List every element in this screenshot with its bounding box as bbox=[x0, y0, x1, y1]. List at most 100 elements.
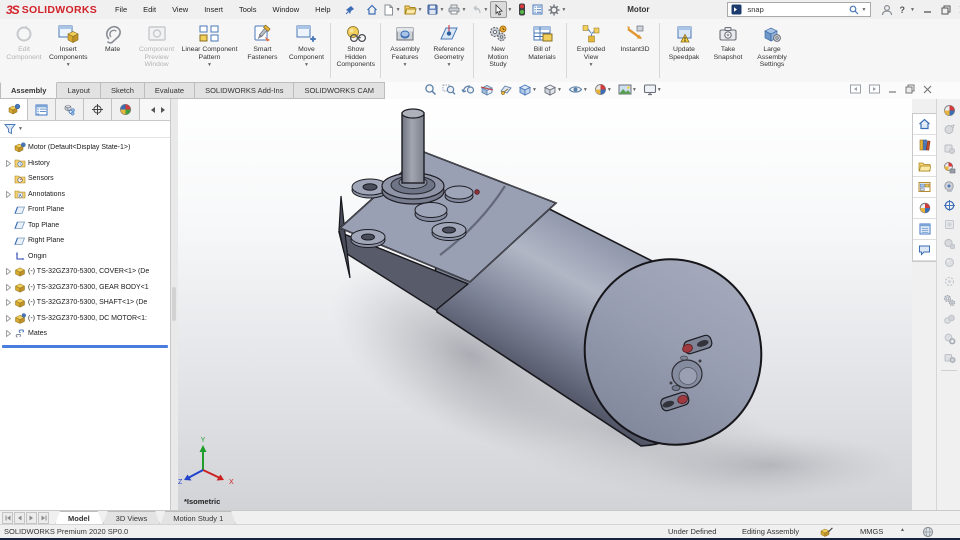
disabled-tool-icon[interactable] bbox=[940, 253, 958, 271]
status-globe-icon[interactable] bbox=[922, 526, 934, 538]
tab-3d-views[interactable]: 3D Views bbox=[103, 511, 161, 525]
exploded-view-caret[interactable]: ▼ bbox=[589, 62, 594, 68]
edit-appearance-caret[interactable]: ▼ bbox=[607, 87, 612, 93]
component-preview-window-button[interactable]: Component Preview Window bbox=[135, 19, 179, 82]
menu-help[interactable]: Help bbox=[307, 0, 338, 19]
tab-motion-study-1[interactable]: Motion Study 1 bbox=[160, 511, 236, 525]
hide-show-caret[interactable]: ▼ bbox=[583, 87, 588, 93]
expand-arrow-icon[interactable] bbox=[3, 159, 13, 167]
file-explorer-tab[interactable] bbox=[913, 156, 936, 177]
previous-view-icon[interactable] bbox=[461, 83, 475, 96]
hide-show-items-icon[interactable]: ▼ bbox=[568, 83, 589, 96]
save-button[interactable] bbox=[425, 2, 440, 17]
linear-component-pattern-button[interactable]: Linear Component Pattern ▼ bbox=[179, 19, 241, 82]
disabled-tool-icon[interactable] bbox=[940, 139, 958, 157]
tree-item-mates[interactable]: Mates bbox=[0, 326, 170, 342]
undo-dropdown-caret[interactable]: ▼ bbox=[483, 7, 488, 13]
doc-minimize-icon[interactable] bbox=[888, 85, 897, 94]
reference-geometry-button[interactable]: Reference Geometry ▼ bbox=[427, 19, 471, 82]
edit-appearance-icon[interactable]: ▼ bbox=[594, 83, 613, 96]
linear-pattern-caret[interactable]: ▼ bbox=[207, 62, 212, 68]
tree-item-dc-motor[interactable]: (-) TS-32GZ370-5300, DC MOTOR<1: bbox=[0, 311, 170, 327]
tabs-scroll-left-icon[interactable] bbox=[150, 106, 156, 114]
search-input[interactable] bbox=[745, 4, 847, 15]
expand-arrow-icon[interactable] bbox=[3, 190, 13, 198]
expand-arrow-icon[interactable] bbox=[3, 314, 13, 322]
open-button[interactable] bbox=[403, 2, 418, 17]
view-orientation-icon[interactable]: ▼ bbox=[518, 83, 538, 96]
home-button[interactable] bbox=[365, 2, 380, 17]
show-hidden-components-button[interactable]: Show Hidden Components bbox=[333, 19, 378, 82]
rollback-bar[interactable] bbox=[2, 344, 168, 348]
options-dropdown-caret[interactable]: ▼ bbox=[561, 7, 566, 13]
appearances-scenes-tab[interactable] bbox=[913, 198, 936, 219]
dimxpert-manager-tab[interactable] bbox=[84, 99, 112, 120]
zoom-to-fit-icon[interactable] bbox=[424, 83, 437, 96]
menu-tools[interactable]: Tools bbox=[231, 0, 265, 19]
assembly-features-caret[interactable]: ▼ bbox=[403, 62, 408, 68]
pane-left-icon[interactable] bbox=[850, 84, 861, 94]
expand-arrow-icon[interactable] bbox=[3, 268, 13, 276]
search-icon[interactable] bbox=[849, 5, 859, 15]
new-dropdown-caret[interactable]: ▼ bbox=[396, 7, 401, 13]
solidworks-resources-tab[interactable] bbox=[913, 114, 936, 135]
disabled-tool-icon[interactable] bbox=[940, 310, 958, 328]
expand-arrow-icon[interactable] bbox=[3, 283, 13, 291]
save-dropdown-caret[interactable]: ▼ bbox=[440, 7, 445, 13]
menu-insert[interactable]: Insert bbox=[196, 0, 231, 19]
tree-item-front-plane[interactable]: Front Plane bbox=[0, 202, 170, 218]
new-document-button[interactable] bbox=[381, 2, 396, 17]
menu-edit[interactable]: Edit bbox=[135, 0, 164, 19]
view-palette-tab[interactable] bbox=[913, 177, 936, 198]
render-tool-icon[interactable] bbox=[940, 158, 958, 176]
select-dropdown-caret[interactable]: ▼ bbox=[507, 7, 512, 13]
nav-prev-icon[interactable] bbox=[14, 512, 25, 524]
tree-item-top-plane[interactable]: Top Plane bbox=[0, 218, 170, 234]
target-tool-icon[interactable] bbox=[940, 196, 958, 214]
disabled-tool-icon[interactable] bbox=[940, 120, 958, 138]
tab-evaluate[interactable]: Evaluate bbox=[144, 82, 196, 99]
take-snapshot-button[interactable]: Take Snapshot bbox=[706, 19, 750, 82]
tab-assembly[interactable]: Assembly bbox=[0, 82, 58, 99]
options-gear-button[interactable] bbox=[546, 2, 561, 17]
tab-model[interactable]: Model bbox=[55, 511, 103, 525]
disabled-tool-icon[interactable] bbox=[940, 329, 958, 347]
tree-item-annotations[interactable]: A Annotations bbox=[0, 187, 170, 203]
update-speedpak-button[interactable]: Update Speedpak bbox=[662, 19, 706, 82]
new-motion-study-button[interactable]: New Motion Study bbox=[476, 19, 520, 82]
move-component-button[interactable]: Move Component ▼ bbox=[284, 19, 328, 82]
filter-caret[interactable]: ▼ bbox=[18, 126, 23, 132]
print-dropdown-caret[interactable]: ▼ bbox=[461, 7, 466, 13]
view-settings-icon[interactable]: ▼ bbox=[643, 83, 663, 96]
expand-arrow-icon[interactable] bbox=[3, 299, 13, 307]
display-style-icon[interactable]: ▼ bbox=[543, 83, 563, 96]
view-orientation-caret[interactable]: ▼ bbox=[532, 87, 537, 93]
nav-last-icon[interactable] bbox=[38, 512, 49, 524]
custom-properties-tab[interactable] bbox=[913, 219, 936, 240]
doc-close-icon[interactable] bbox=[923, 85, 932, 94]
dynamic-annotation-icon[interactable] bbox=[499, 83, 513, 96]
menu-view[interactable]: View bbox=[164, 0, 196, 19]
tab-solidworks-cam[interactable]: SOLIDWORKS CAM bbox=[294, 82, 386, 99]
help-button[interactable]: ? bbox=[899, 5, 905, 15]
design-library-tab[interactable] bbox=[913, 135, 936, 156]
exploded-view-button[interactable]: Exploded View ▼ bbox=[569, 19, 613, 82]
paint-tool-icon[interactable] bbox=[940, 177, 958, 195]
nav-first-icon[interactable] bbox=[2, 512, 13, 524]
nav-next-icon[interactable] bbox=[26, 512, 37, 524]
file-properties-button[interactable] bbox=[530, 2, 545, 17]
featuremanager-design-tree-tab[interactable] bbox=[0, 99, 28, 120]
configuration-manager-tab[interactable] bbox=[56, 99, 84, 120]
tab-layout[interactable]: Layout bbox=[57, 82, 101, 99]
large-assembly-settings-button[interactable]: Large Assembly Settings bbox=[750, 19, 794, 82]
appearance-ball-icon[interactable] bbox=[940, 101, 958, 119]
view-settings-caret[interactable]: ▼ bbox=[657, 87, 662, 93]
zoom-to-area-icon[interactable] bbox=[442, 83, 456, 96]
apply-scene-icon[interactable]: ▼ bbox=[618, 83, 638, 96]
select-tool-button[interactable] bbox=[490, 1, 508, 18]
menu-window[interactable]: Window bbox=[264, 0, 307, 19]
assembly-features-button[interactable]: Assembly Features ▼ bbox=[383, 19, 427, 82]
smart-fasteners-button[interactable]: Smart Fasteners bbox=[240, 19, 284, 82]
tree-item-shaft[interactable]: (-) TS-32GZ370-5300, SHAFT<1> (De bbox=[0, 295, 170, 311]
tree-item-sensors[interactable]: Sensors bbox=[0, 171, 170, 187]
